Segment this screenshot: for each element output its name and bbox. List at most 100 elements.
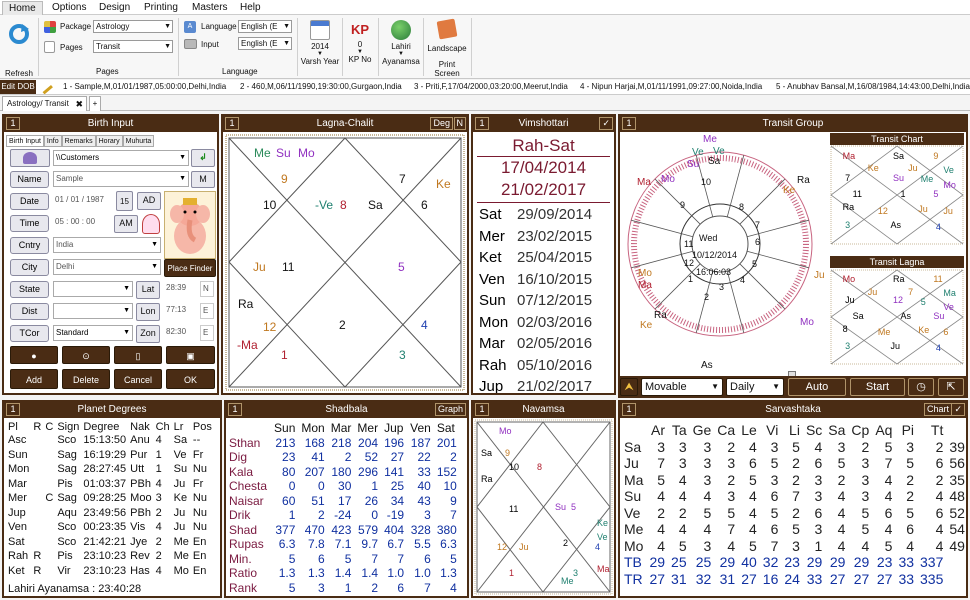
- antardasha-row[interactable]: Ven 16/10/2015: [479, 271, 592, 288]
- zon-button[interactable]: Zon: [136, 325, 160, 343]
- time-field[interactable]: 05 : 00 : 00: [53, 215, 111, 231]
- tab-info[interactable]: Info: [43, 135, 62, 147]
- time-button[interactable]: Time: [10, 215, 49, 232]
- menu-help[interactable]: Help: [234, 1, 267, 15]
- tcor-button[interactable]: TCor: [10, 325, 49, 342]
- zon-direction[interactable]: E: [200, 325, 214, 341]
- lagna-chart[interactable]: Me Su Mo 9 10 -Ve 8 Sa 7 6 Ke Ju 11 5 Ra…: [223, 132, 467, 393]
- era-button[interactable]: AD: [137, 192, 161, 210]
- back-arrow-button[interactable]: ↲: [191, 149, 215, 167]
- country-button[interactable]: Cntry: [10, 237, 49, 254]
- ayanamsa-button[interactable]: Lahiri ▼ Ayanamsa: [381, 20, 421, 66]
- recent-item[interactable]: 3 - Priti,F,17/04/2000,03:20:00,Meerut,I…: [414, 80, 568, 94]
- state-button[interactable]: State: [10, 281, 49, 298]
- frequency-select[interactable]: Daily ▼: [726, 378, 784, 396]
- lon-direction[interactable]: E: [200, 303, 214, 319]
- new-button[interactable]: ▯: [114, 346, 162, 364]
- place-finder-button[interactable]: Place Finder: [164, 259, 216, 277]
- add-button[interactable]: Add: [10, 369, 58, 389]
- check-icon[interactable]: ✓: [599, 117, 613, 130]
- globe-button[interactable]: ●: [10, 346, 58, 364]
- person-icon[interactable]: [142, 214, 160, 234]
- dist-select[interactable]: ▼: [53, 303, 133, 319]
- panel-number[interactable]: 1: [622, 403, 636, 416]
- panel-number[interactable]: 1: [225, 117, 239, 130]
- export-button[interactable]: ⇱: [938, 378, 964, 396]
- antardasha-row[interactable]: Mar 02/05/2016: [479, 335, 592, 352]
- tab-horary[interactable]: Horary: [95, 135, 123, 147]
- name-button[interactable]: Name: [10, 171, 49, 188]
- start-button[interactable]: Start: [850, 378, 905, 396]
- panel-number[interactable]: 1: [6, 117, 20, 130]
- chart-button[interactable]: Chart: [923, 403, 952, 416]
- state-select[interactable]: ▼: [53, 281, 133, 297]
- panel-number[interactable]: 1: [475, 403, 489, 416]
- tab-muhurta[interactable]: Muhurta: [122, 135, 155, 147]
- panel-number[interactable]: 1: [622, 117, 636, 130]
- edit-dob-button[interactable]: Edit DOB: [0, 80, 36, 94]
- check-icon[interactable]: ✓: [951, 403, 965, 416]
- panel-number[interactable]: 1: [6, 403, 20, 416]
- varsh-year-button[interactable]: 2014 ▼ Varsh Year: [300, 20, 340, 66]
- date-button[interactable]: Date: [10, 193, 49, 210]
- save-button[interactable]: ▣: [166, 346, 215, 364]
- lat-button[interactable]: Lat: [136, 281, 160, 299]
- target-button[interactable]: ⊙: [62, 346, 110, 364]
- cancel-button[interactable]: Cancel: [114, 369, 162, 389]
- clock-button[interactable]: ◷: [908, 378, 934, 396]
- antardasha-row[interactable]: Rah 05/10/2016: [479, 357, 592, 374]
- kp-no-button[interactable]: KP 0 ▼ KP No: [345, 20, 375, 64]
- tab-astrology-transit[interactable]: Astrology/ Transit ✖: [2, 96, 87, 111]
- auto-button[interactable]: Auto: [788, 378, 846, 396]
- menu-masters[interactable]: Masters: [186, 1, 234, 15]
- dist-button[interactable]: Dist: [10, 303, 49, 320]
- lon-field[interactable]: 77:13: [164, 303, 198, 319]
- ok-button[interactable]: OK: [166, 369, 215, 389]
- ampm-button[interactable]: AM: [114, 215, 138, 233]
- folder-select[interactable]: \\Customers ▼: [53, 150, 189, 166]
- graph-button[interactable]: Graph: [434, 403, 466, 416]
- pages-select[interactable]: Transit ▼: [93, 40, 173, 53]
- tcor-select[interactable]: Standard ▼: [53, 325, 133, 341]
- antardasha-row[interactable]: Sun 07/12/2015: [479, 292, 592, 309]
- calendar-button[interactable]: 15: [116, 191, 133, 211]
- delete-button[interactable]: Delete: [62, 369, 110, 389]
- antardasha-row[interactable]: Mer 23/02/2015: [479, 228, 592, 245]
- menu-options[interactable]: Options: [46, 1, 92, 15]
- up-arrow-button[interactable]: ⮝: [620, 378, 638, 396]
- city-button[interactable]: City: [10, 259, 49, 276]
- recent-item[interactable]: 1 - Sample,M,01/01/1987,05:00:00,Delhi,I…: [63, 80, 226, 94]
- menu-printing[interactable]: Printing: [138, 1, 184, 15]
- package-select[interactable]: Astrology ▼: [93, 20, 173, 33]
- tab-birth-input[interactable]: Birth Input: [6, 135, 44, 147]
- lat-direction[interactable]: N: [200, 281, 214, 297]
- antardasha-row[interactable]: Mon 02/03/2016: [479, 314, 592, 331]
- antardasha-row[interactable]: Sat 29/09/2014: [479, 206, 592, 223]
- recent-item[interactable]: 5 - Anubhav Bansal,M,16/08/1984,14:43:00…: [776, 80, 970, 94]
- recent-item[interactable]: 4 - Nipun Harjai,M,01/11/1991,09:27:00,N…: [580, 80, 762, 94]
- refresh-button[interactable]: Refresh: [2, 23, 36, 78]
- antardasha-row[interactable]: Jup 21/02/2017: [479, 378, 592, 393]
- north-button[interactable]: N: [453, 117, 466, 130]
- print-screen-button[interactable]: Landscape Print Screen: [426, 18, 468, 78]
- name-field[interactable]: Sample ▼: [53, 171, 189, 187]
- antardasha-row[interactable]: Ket 25/04/2015: [479, 249, 592, 266]
- city-select[interactable]: Delhi ▼: [53, 259, 161, 275]
- lon-button[interactable]: Lon: [136, 303, 160, 321]
- input-select[interactable]: English (E ▼: [238, 37, 292, 50]
- gender-button[interactable]: M: [191, 171, 215, 188]
- country-select[interactable]: India ▼: [53, 237, 161, 253]
- panel-number[interactable]: 1: [228, 403, 242, 416]
- mode-select[interactable]: Movable ▼: [641, 378, 723, 396]
- pencil-icon[interactable]: [38, 80, 53, 94]
- new-tab-button[interactable]: +: [89, 96, 101, 111]
- lat-field[interactable]: 28:39: [164, 281, 198, 297]
- tab-remarks[interactable]: Remarks: [61, 135, 96, 147]
- panel-number[interactable]: 1: [475, 117, 489, 130]
- date-field[interactable]: 01 / 01 / 1987: [53, 193, 113, 209]
- menu-design[interactable]: Design: [93, 1, 136, 15]
- degree-button[interactable]: Deg: [430, 117, 453, 130]
- zon-field[interactable]: 82:30: [164, 325, 198, 341]
- close-icon[interactable]: ✖: [75, 97, 83, 111]
- recent-item[interactable]: 2 - 460,M,06/11/1990,19:30:00,Gurgaon,In…: [240, 80, 402, 94]
